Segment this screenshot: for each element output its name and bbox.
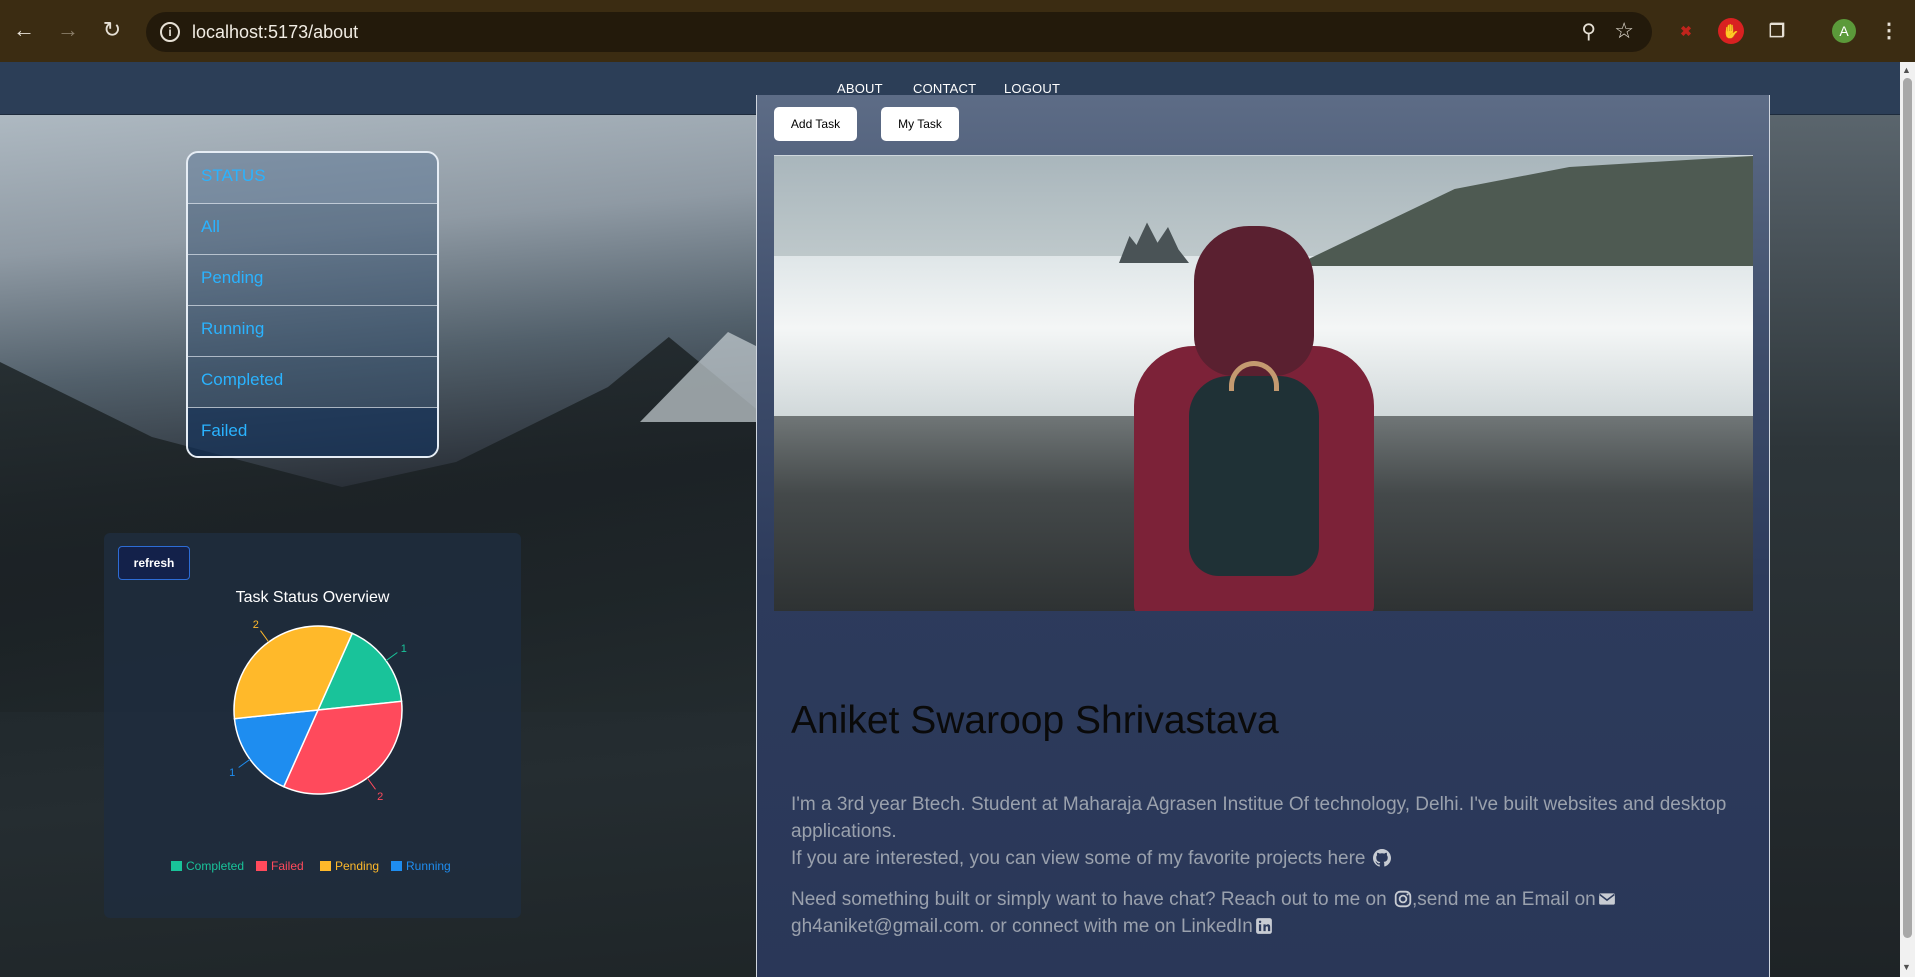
- bio-line-1: I'm a 3rd year Btech. Student at Maharaj…: [791, 794, 1727, 842]
- profile-name: Aniket Swaroop Shrivastava: [791, 699, 1279, 742]
- scroll-up-icon[interactable]: ▲: [1902, 65, 1911, 75]
- pie-label-line: [366, 777, 376, 790]
- extensions-puzzle-icon[interactable]: ❒: [1764, 18, 1790, 44]
- pie-chart: 1 2 1 2 Completed Failed Pending Running: [171, 619, 451, 873]
- forward-icon[interactable]: →: [52, 14, 84, 46]
- status-filter-list: STATUS All Pending Running Completed Fai…: [186, 151, 439, 458]
- nav-about-link[interactable]: ABOUT: [837, 81, 883, 96]
- about-panel: Add Task My Task Aniket Swaroop Shrivast…: [756, 95, 1770, 977]
- pie-label-line: [238, 758, 251, 768]
- legend-swatch-running[interactable]: [391, 861, 402, 871]
- legend-swatch-failed[interactable]: [256, 861, 267, 871]
- site-info-icon[interactable]: i: [160, 22, 180, 42]
- nav-logout-link[interactable]: LOGOUT: [1004, 81, 1060, 96]
- nav-contact-link[interactable]: CONTACT: [913, 81, 976, 96]
- browser-menu-icon[interactable]: ⋮: [1876, 18, 1902, 44]
- legend-label-failed[interactable]: Failed: [271, 859, 304, 873]
- status-item-pending[interactable]: Pending: [188, 255, 437, 306]
- url-text[interactable]: localhost:5173/about: [192, 22, 358, 43]
- legend-swatch-pending[interactable]: [320, 861, 331, 871]
- pie-label-line: [260, 630, 270, 643]
- status-header: STATUS: [188, 153, 437, 204]
- address-bar[interactable]: i localhost:5173/about ⚲ ☆: [146, 12, 1652, 52]
- page-scrollbar[interactable]: ▲ ▼: [1900, 62, 1915, 977]
- contact-paragraph: Need something built or simply want to h…: [791, 886, 1751, 940]
- contact-text-2: ,send me an Email on: [1411, 889, 1596, 910]
- chart-card: refresh Task Status Overview 1 2 1 2 Complet…: [104, 533, 521, 918]
- contact-text-3: gh4aniket@gmail.com. or connect with me …: [791, 916, 1253, 937]
- scroll-down-icon[interactable]: ▼: [1902, 962, 1911, 972]
- reload-icon[interactable]: ↻: [96, 14, 128, 46]
- extension-stop-hand-icon[interactable]: ✋: [1718, 18, 1744, 44]
- instagram-icon[interactable]: [1394, 890, 1412, 908]
- legend-label-completed[interactable]: Completed: [186, 859, 244, 873]
- contact-text-1: Need something built or simply want to h…: [791, 889, 1387, 910]
- background-right: [1770, 95, 1915, 977]
- bio-paragraph: I'm a 3rd year Btech. Student at Maharaj…: [791, 791, 1751, 872]
- bio-line-2: If you are interested, you can view some…: [791, 848, 1366, 869]
- status-item-running[interactable]: Running: [188, 306, 437, 357]
- pie-value-label: 2: [377, 791, 383, 803]
- scrollbar-thumb[interactable]: [1903, 78, 1912, 938]
- legend-label-pending[interactable]: Pending: [335, 859, 379, 873]
- add-task-button[interactable]: Add Task: [774, 107, 857, 141]
- pie-value-label: 1: [229, 767, 235, 779]
- status-item-completed[interactable]: Completed: [188, 357, 437, 408]
- email-icon[interactable]: [1598, 890, 1616, 908]
- github-icon[interactable]: [1372, 849, 1391, 867]
- pie-value-label: 2: [253, 619, 259, 631]
- browser-toolbar: ← → ↻ i localhost:5173/about ⚲ ☆ ✖ ✋ ❒ A…: [0, 0, 1915, 62]
- page-viewport: ABOUT CONTACT LOGOUT STATUS All Pending …: [0, 62, 1915, 977]
- pie-label-line: [385, 652, 398, 662]
- pie-value-label: 1: [401, 643, 407, 655]
- linkedin-icon[interactable]: [1255, 917, 1273, 935]
- my-task-button[interactable]: My Task: [881, 107, 959, 141]
- profile-avatar[interactable]: A: [1832, 19, 1856, 43]
- extension-red-x-icon[interactable]: ✖: [1673, 18, 1699, 44]
- back-icon[interactable]: ←: [8, 14, 40, 46]
- status-item-all[interactable]: All: [188, 204, 437, 255]
- hero-image: [774, 155, 1753, 611]
- legend-swatch-completed[interactable]: [171, 861, 182, 871]
- zoom-icon[interactable]: ⚲: [1581, 19, 1596, 44]
- legend-label-running[interactable]: Running: [406, 859, 451, 873]
- bookmark-star-icon[interactable]: ☆: [1614, 18, 1634, 44]
- status-item-failed[interactable]: Failed: [188, 408, 437, 456]
